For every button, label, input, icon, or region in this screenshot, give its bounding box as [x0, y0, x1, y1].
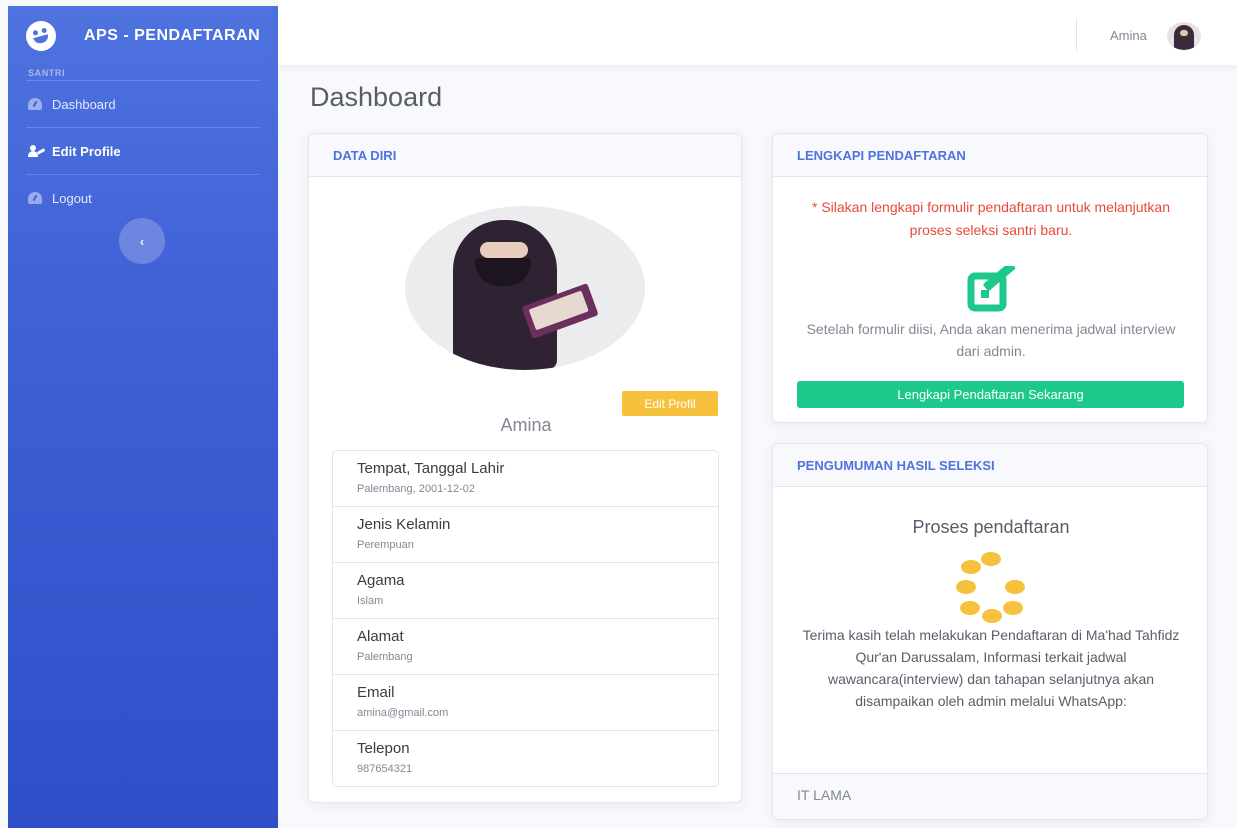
sidebar-toggle-button[interactable]: ‹: [119, 218, 165, 264]
tachometer-icon: [28, 192, 42, 204]
status-title: Proses pendaftaran: [912, 517, 1070, 537]
card-header: LENGKAPI PENDAFTARAN: [773, 134, 1207, 177]
pengumuman-card: PENGUMUMAN HASIL SELEKSI Proses pendafta…: [772, 443, 1208, 820]
field-value: Palembang: [357, 651, 413, 663]
photo-face: [480, 242, 528, 258]
laugh-wink-icon: [22, 17, 60, 55]
list-item: Agama Islam: [333, 563, 718, 619]
field-label: Agama: [357, 572, 405, 589]
complete-registration-button[interactable]: Lengkapi Pendaftaran Sekarang: [797, 381, 1184, 408]
sidebar-item-logout[interactable]: Logout: [8, 175, 278, 221]
avatar[interactable]: [1167, 22, 1201, 50]
avatar-face: [1180, 30, 1188, 36]
info-note: Setelah formulir diisi, Anda akan meneri…: [806, 321, 1176, 359]
tachometer-icon: [28, 98, 42, 110]
card-header: DATA DIRI: [309, 134, 741, 177]
spinner-dot: [961, 560, 981, 574]
sidebar-item-label: Edit Profile: [52, 143, 121, 159]
sidebar-item-label: Logout: [52, 190, 92, 206]
lengkapi-pendaftaran-card: LENGKAPI PENDAFTARAN * Silakan lengkapi …: [772, 133, 1208, 423]
list-item: Alamat Palembang: [333, 619, 718, 675]
spinner-dot: [1003, 601, 1023, 615]
topbar-divider: [1076, 18, 1077, 52]
sidebar-item-edit-profile[interactable]: Edit Profile: [8, 128, 278, 174]
field-label: Tempat, Tanggal Lahir: [357, 460, 505, 477]
data-diri-card: DATA DIRI Edit Profil Amina Tempat, Tang…: [308, 133, 742, 803]
avatar-figure: [1174, 25, 1194, 50]
spinner-dot: [960, 601, 980, 615]
field-value: 987654321: [357, 763, 413, 775]
edit-form-icon: [967, 266, 1016, 312]
edit-profile-button[interactable]: Edit Profil: [622, 391, 718, 416]
card-header: PENGUMUMAN HASIL SELEKSI: [773, 444, 1207, 487]
sidebar-heading: SANTRI: [28, 68, 66, 78]
profile-photo: [405, 206, 645, 370]
spinner-dot: [956, 580, 976, 594]
field-value: Palembang, 2001-12-02: [357, 483, 476, 495]
sidebar-item-label: Dashboard: [52, 96, 116, 112]
profile-info-list: Tempat, Tanggal Lahir Palembang, 2001-12…: [332, 450, 719, 787]
card-footer: IT LAMA: [773, 773, 1207, 819]
brand[interactable]: APS - PENDAFTARAN: [8, 6, 278, 66]
warning-text: * Silakan lengkapi formulir pendaftaran …: [812, 199, 1170, 238]
field-label: Telepon: [357, 740, 410, 757]
field-value: Islam: [357, 595, 384, 607]
field-label: Jenis Kelamin: [357, 516, 451, 533]
user-name[interactable]: Amina: [1110, 28, 1147, 43]
user-edit-icon: [28, 145, 46, 157]
list-item: Tempat, Tanggal Lahir Palembang, 2001-12…: [333, 451, 718, 507]
spinner-dot: [1005, 580, 1025, 594]
list-item: Jenis Kelamin Perempuan: [333, 507, 718, 563]
info-message: Terima kasih telah melakukan Pendaftaran…: [802, 627, 1180, 709]
sidebar-item-dashboard[interactable]: Dashboard: [8, 81, 278, 127]
page-title: Dashboard: [310, 82, 443, 112]
profile-name: Amina: [500, 415, 552, 435]
topbar: Amina: [278, 0, 1237, 65]
field-value: amina@gmail.com: [357, 707, 449, 719]
brand-title: APS - PENDAFTARAN: [84, 27, 261, 44]
spinner-dot: [982, 609, 1002, 623]
spinner-dot: [981, 552, 1001, 566]
list-item: Email amina@gmail.com: [333, 675, 718, 731]
field-label: Email: [357, 684, 395, 701]
sidebar: APS - PENDAFTARAN SANTRI Dashboard Edit …: [8, 6, 278, 828]
list-item: Telepon 987654321: [333, 731, 718, 786]
loading-spinner-icon: [933, 544, 1053, 624]
field-label: Alamat: [357, 628, 404, 645]
field-value: Perempuan: [357, 539, 414, 551]
